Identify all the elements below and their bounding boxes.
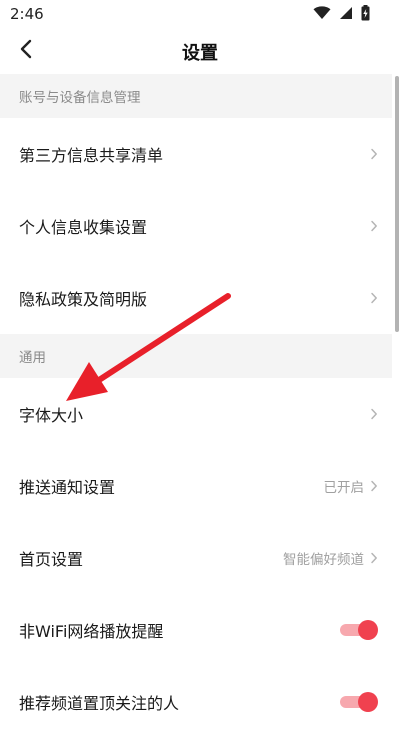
chevron-right-icon <box>370 148 378 160</box>
row-right <box>370 118 378 190</box>
setting-font-size[interactable]: 字体大小 <box>0 378 392 450</box>
setting-third-party-sharing[interactable]: 第三方信息共享清单 <box>0 118 392 190</box>
settings-list: 账号与设备信息管理 第三方信息共享清单 个人信息收集设置 隐私政策及简明版 通用… <box>0 74 392 738</box>
nav-bar: 设置 <box>0 28 400 74</box>
row-right <box>370 262 378 334</box>
setting-non-wifi-playback-reminder: 非WiFi网络播放提醒 <box>0 594 392 666</box>
setting-label: 首页设置 <box>19 550 84 569</box>
setting-label: 字体大小 <box>19 406 84 425</box>
setting-home-page[interactable]: 首页设置 智能偏好频道 <box>0 522 392 594</box>
chevron-right-icon <box>370 552 378 564</box>
setting-label: 个人信息收集设置 <box>19 218 148 237</box>
section-header-account: 账号与设备信息管理 <box>0 74 392 118</box>
chevron-right-icon <box>370 292 378 304</box>
setting-label: 推荐频道置顶关注的人 <box>19 694 180 713</box>
toggle-knob <box>358 620 378 640</box>
setting-pin-followed-in-recommend: 推荐频道置顶关注的人 <box>0 666 392 738</box>
non-wifi-reminder-toggle[interactable] <box>340 620 378 640</box>
chevron-right-icon <box>370 408 378 420</box>
status-icons <box>313 5 370 21</box>
row-right <box>370 190 378 262</box>
battery-charging-icon <box>361 5 370 21</box>
status-bar: 2:46 <box>0 0 400 28</box>
wifi-icon <box>313 6 331 20</box>
page-title: 设置 <box>182 43 218 64</box>
scrollbar[interactable] <box>395 76 399 332</box>
setting-privacy-policy[interactable]: 隐私政策及简明版 <box>0 262 392 334</box>
setting-value: 智能偏好频道 <box>283 552 364 568</box>
row-right: 智能偏好频道 <box>283 522 378 594</box>
toggle-knob <box>358 692 378 712</box>
setting-push-notifications[interactable]: 推送通知设置 已开启 <box>0 450 392 522</box>
status-time: 2:46 <box>10 5 44 23</box>
setting-label: 非WiFi网络播放提醒 <box>19 622 164 641</box>
setting-personal-info-collection[interactable]: 个人信息收集设置 <box>0 190 392 262</box>
section-header-general: 通用 <box>0 334 392 378</box>
row-right: 已开启 <box>324 450 379 522</box>
setting-label: 第三方信息共享清单 <box>19 146 164 165</box>
setting-value: 已开启 <box>323 480 365 496</box>
pin-followed-toggle[interactable] <box>340 692 378 712</box>
row-right <box>370 378 378 450</box>
setting-label: 推送通知设置 <box>19 478 116 497</box>
setting-label: 隐私政策及简明版 <box>19 290 148 309</box>
chevron-right-icon <box>370 480 378 492</box>
row-right <box>340 666 378 738</box>
row-right <box>340 594 378 666</box>
chevron-right-icon <box>370 220 378 232</box>
cellular-signal-icon <box>339 6 353 20</box>
